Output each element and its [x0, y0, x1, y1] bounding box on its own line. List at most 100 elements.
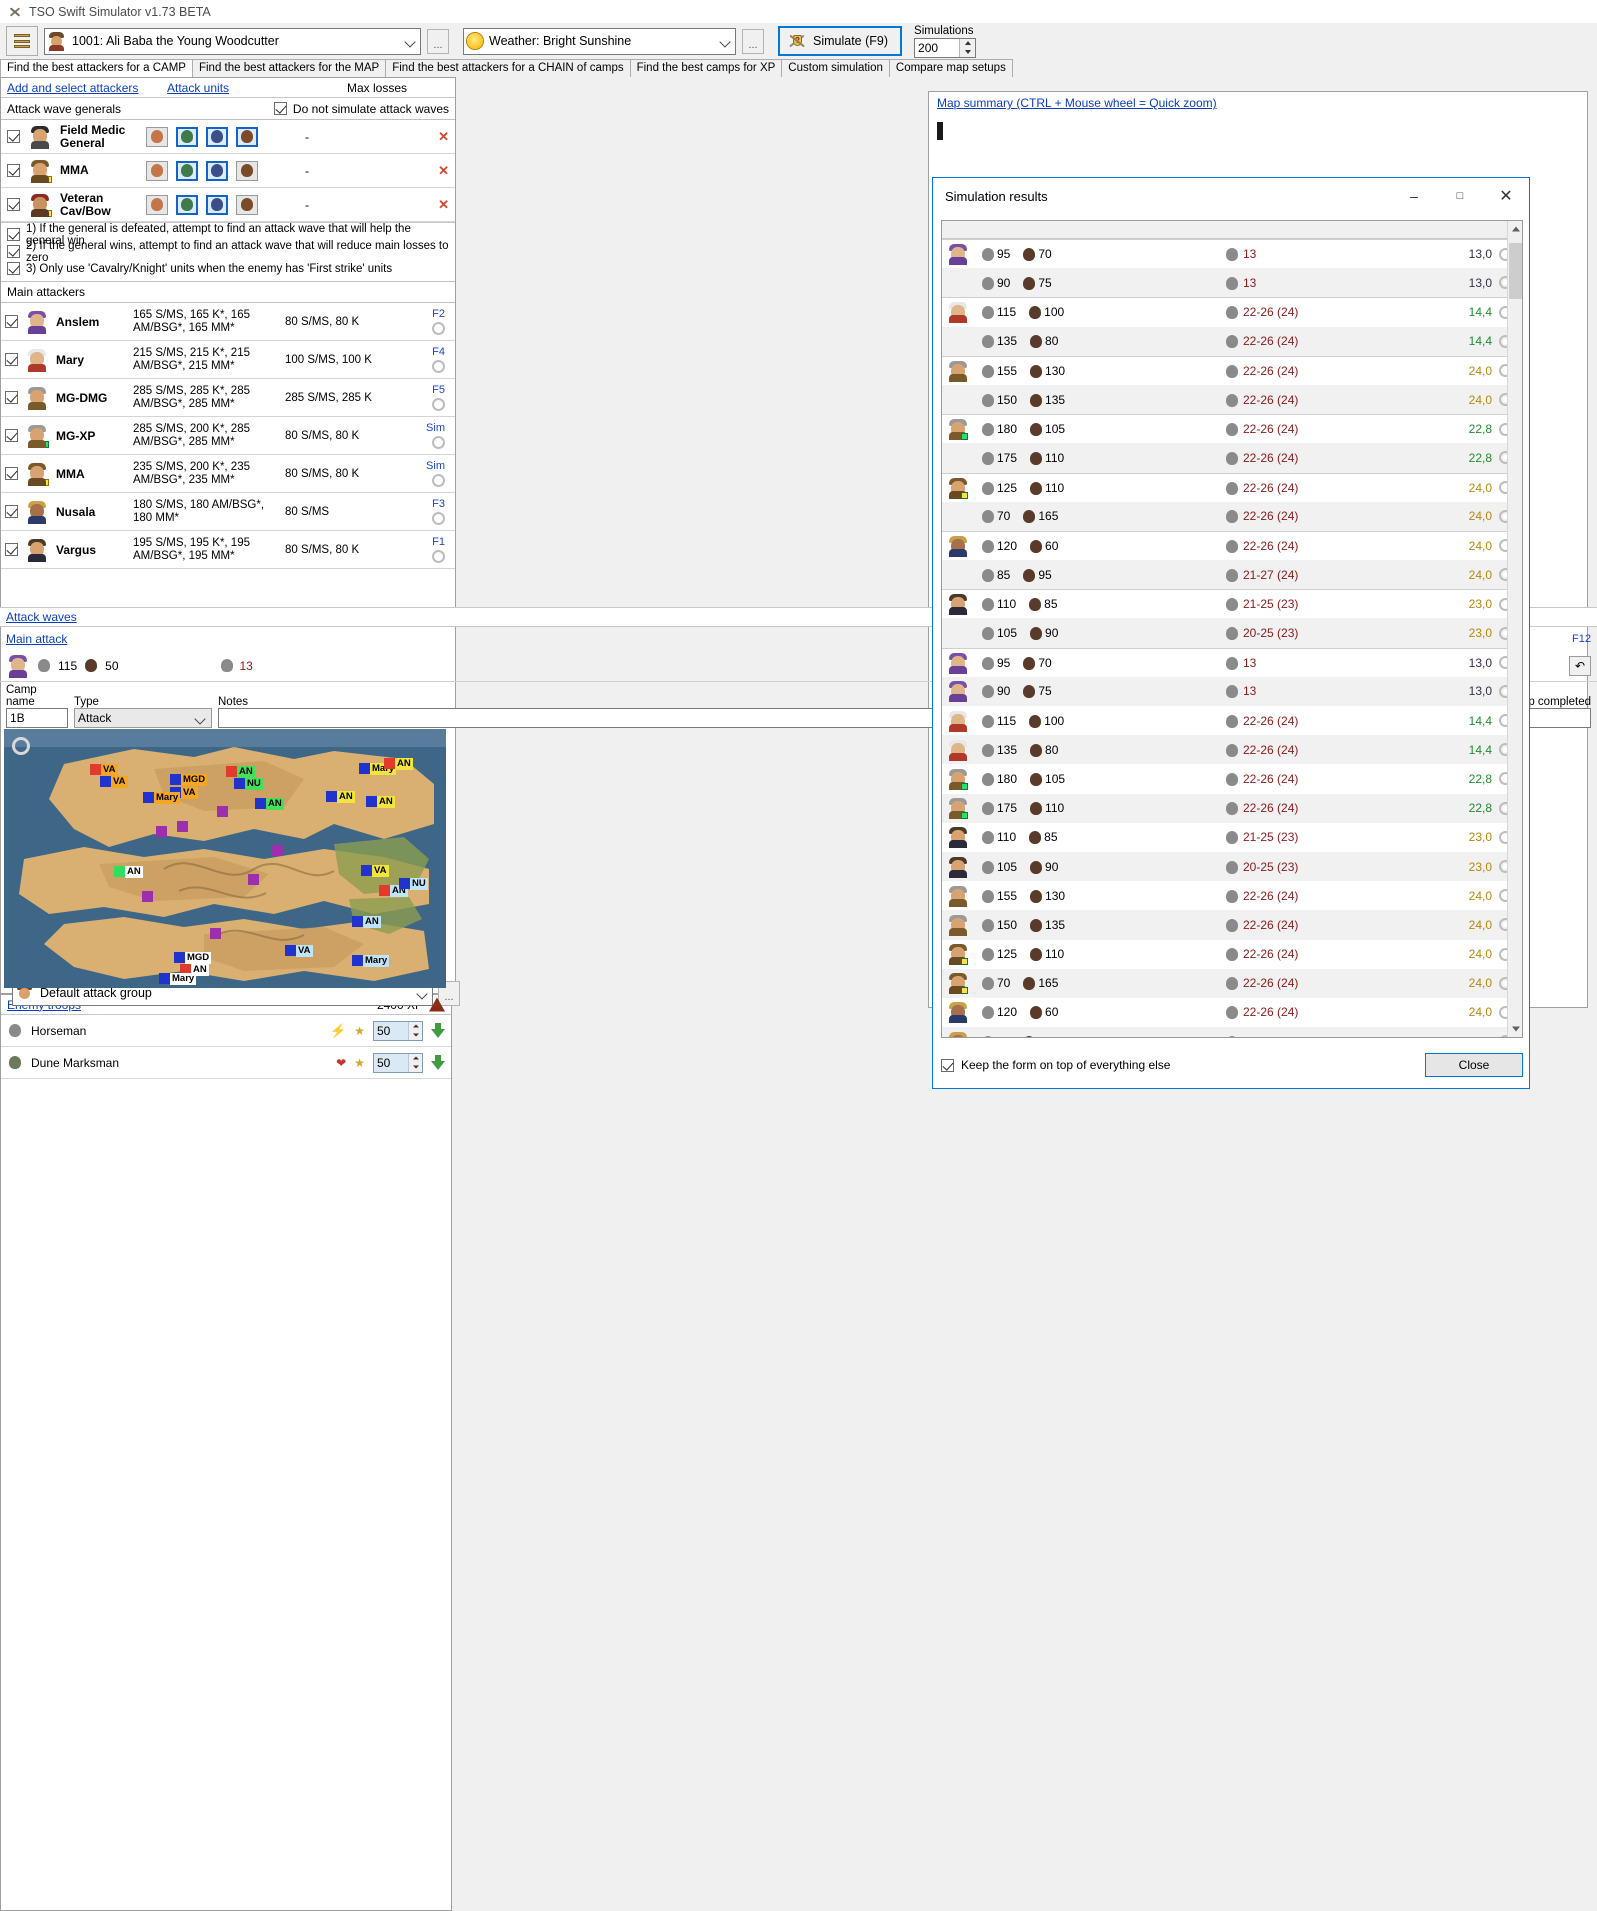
map-marker[interactable]: Mary: [143, 791, 180, 804]
map-marker[interactable]: NU: [399, 877, 428, 890]
enemy-count-stepper[interactable]: 50: [373, 1021, 423, 1041]
general-checkbox[interactable]: [7, 198, 20, 211]
stepper-up-icon[interactable]: [960, 39, 975, 48]
move-down-icon[interactable]: [431, 1023, 445, 1039]
map-camp-dot[interactable]: [217, 806, 228, 817]
attacker-row[interactable]: Nusala 180 S/MS, 180 AM/BSG*, 180 MM* 80…: [1, 493, 455, 531]
general-checkbox[interactable]: [7, 130, 20, 143]
result-row[interactable]: 1108521-25 (23)23,0: [942, 823, 1522, 852]
attacker-hotkey[interactable]: F1: [419, 536, 445, 548]
map-marker[interactable]: VA: [100, 775, 128, 788]
rule-checkbox[interactable]: [7, 262, 20, 275]
tab-camp[interactable]: Find the best attackers for a CAMP: [0, 59, 193, 77]
attacker-row[interactable]: Mary 215 S/MS, 215 K*, 215 AM/BSG*, 215 …: [1, 341, 455, 379]
unit-icon-cavalry[interactable]: [236, 161, 258, 181]
result-row[interactable]: 18010522-26 (24)22,8: [942, 414, 1522, 443]
attacker-checkbox[interactable]: [5, 391, 18, 404]
result-row[interactable]: 17511022-26 (24)22,8: [942, 443, 1522, 472]
result-row[interactable]: 859521-27 (24)24,0: [942, 1027, 1522, 1038]
simulations-value[interactable]: 200: [915, 39, 959, 57]
minimize-icon[interactable]: –: [1391, 178, 1437, 214]
result-row[interactable]: 1206022-26 (24)24,0: [942, 998, 1522, 1027]
remove-general-button[interactable]: ✕: [438, 197, 449, 213]
attacker-hotkey[interactable]: Sim: [419, 422, 445, 434]
simulations-stepper[interactable]: 200: [914, 38, 976, 58]
map-marker[interactable]: AN: [384, 757, 413, 770]
attacker-row[interactable]: MG-XP 285 S/MS, 200 K*, 285 AM/BSG*, 285…: [1, 417, 455, 455]
maximize-icon[interactable]: □: [1437, 178, 1483, 214]
general-row[interactable]: Field Medic General - ✕: [1, 120, 455, 154]
main-attack-link[interactable]: Main attack: [6, 632, 67, 646]
map-camp-dot[interactable]: [177, 821, 188, 832]
unit-icon-bowman[interactable]: [176, 127, 198, 147]
unit-icon-recruit[interactable]: [206, 195, 228, 215]
tab-map[interactable]: Find the best attackers for the MAP: [192, 59, 386, 77]
attacker-checkbox[interactable]: [5, 505, 18, 518]
result-row[interactable]: 95701313,0: [942, 239, 1522, 268]
stepper-down-icon[interactable]: [960, 48, 975, 57]
gear-icon[interactable]: [432, 322, 445, 335]
result-row[interactable]: 859521-27 (24)24,0: [942, 560, 1522, 589]
enemy-count-value[interactable]: 50: [374, 1022, 408, 1040]
map-marker[interactable]: AN: [352, 915, 381, 928]
unit-icon-soldier[interactable]: [146, 127, 168, 147]
result-row[interactable]: 1059020-25 (23)23,0: [942, 852, 1522, 881]
scroll-up-icon[interactable]: [1508, 221, 1523, 237]
chevron-down-icon[interactable]: [194, 711, 208, 725]
map-camp-dot[interactable]: [210, 928, 221, 939]
map-marker[interactable]: VA: [361, 864, 389, 877]
attack-units-link[interactable]: Attack units: [167, 81, 347, 95]
move-down-icon[interactable]: [431, 1055, 445, 1071]
simulations-arrows[interactable]: [959, 39, 975, 57]
rule-row[interactable]: 2) If the general wins, attempt to find …: [1, 243, 455, 260]
results-scrollbar[interactable]: [1507, 221, 1522, 1037]
attacker-row[interactable]: MG-DMG 285 S/MS, 285 K*, 285 AM/BSG*, 28…: [1, 379, 455, 417]
tab-custom-simulation[interactable]: Custom simulation: [781, 59, 890, 77]
rule-checkbox[interactable]: [7, 228, 20, 241]
attacker-row[interactable]: Vargus 195 S/MS, 195 K*, 195 AM/BSG*, 19…: [1, 531, 455, 569]
result-row[interactable]: 90751313,0: [942, 677, 1522, 706]
type-select[interactable]: Attack: [74, 708, 212, 728]
enemy-count-value[interactable]: 50: [374, 1054, 408, 1072]
map-marker[interactable]: AN: [114, 865, 143, 878]
result-row[interactable]: 1059020-25 (23)23,0: [942, 618, 1522, 647]
enemy-row[interactable]: Dune Marksman ❤ ★ 50: [1, 1047, 451, 1079]
result-row[interactable]: 1108521-25 (23)23,0: [942, 589, 1522, 618]
tab-compare-map-setups[interactable]: Compare map setups: [889, 59, 1013, 77]
map-marker[interactable]: AN: [255, 797, 284, 810]
map-marker[interactable]: AN: [366, 795, 395, 808]
enemy-count-stepper[interactable]: 50: [373, 1053, 423, 1073]
unit-icon-cavalry[interactable]: [236, 127, 258, 147]
map-marker[interactable]: VA: [285, 944, 313, 957]
rule-row[interactable]: 3) Only use 'Cavalry/Knight' units when …: [1, 260, 455, 277]
gear-icon[interactable]: [432, 550, 445, 563]
result-row[interactable]: 15513022-26 (24)24,0: [942, 881, 1522, 910]
stepper-down-icon[interactable]: [409, 1063, 422, 1072]
do-not-simulate-checkbox[interactable]: [274, 102, 287, 115]
remove-general-button[interactable]: ✕: [438, 163, 449, 179]
result-row[interactable]: 11510022-26 (24)14,4: [942, 706, 1522, 735]
map-camp-dot[interactable]: [156, 826, 167, 837]
unit-icon-soldier[interactable]: [146, 161, 168, 181]
enemy-row[interactable]: Horseman ⚡ ★ 50: [1, 1015, 451, 1047]
map-marker[interactable]: AN: [326, 790, 355, 803]
chevron-down-icon[interactable]: [416, 986, 430, 1000]
stepper-up-icon[interactable]: [409, 1054, 422, 1063]
result-row[interactable]: 1206022-26 (24)24,0: [942, 531, 1522, 560]
result-row[interactable]: 17511022-26 (24)22,8: [942, 794, 1522, 823]
unit-icon-soldier[interactable]: [146, 195, 168, 215]
stepper-down-icon[interactable]: [409, 1031, 422, 1040]
keep-on-top-checkbox[interactable]: [941, 1059, 954, 1072]
gear-icon[interactable]: [432, 474, 445, 487]
attacker-checkbox[interactable]: [5, 353, 18, 366]
attacker-hotkey[interactable]: F3: [419, 498, 445, 510]
attacker-hotkey[interactable]: F5: [419, 384, 445, 396]
map-select[interactable]: 1001: Ali Baba the Young Woodcutter: [44, 28, 421, 55]
map-camp-dot[interactable]: [142, 891, 153, 902]
result-row[interactable]: 7016522-26 (24)24,0: [942, 502, 1522, 531]
result-row[interactable]: 15513022-26 (24)24,0: [942, 356, 1522, 385]
weather-select[interactable]: Weather: Bright Sunshine: [463, 28, 736, 55]
menu-button[interactable]: [6, 26, 38, 56]
scrollbar-thumb[interactable]: [1509, 243, 1522, 299]
result-row[interactable]: 15013522-26 (24)24,0: [942, 910, 1522, 939]
